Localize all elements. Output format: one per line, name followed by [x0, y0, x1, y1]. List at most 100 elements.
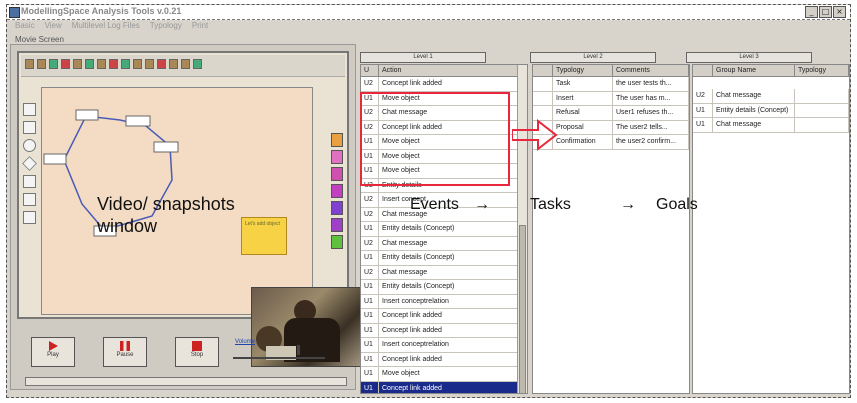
- tool-icon[interactable]: [25, 59, 34, 69]
- tool-icon[interactable]: [85, 59, 94, 69]
- video-window[interactable]: Video/ snapshots window Let's add object: [17, 51, 349, 319]
- table-cell: [795, 103, 849, 117]
- table-cell: U2: [361, 265, 379, 279]
- tool-icon[interactable]: [73, 59, 82, 69]
- tasks-table-row[interactable]: Task the user tests th...: [533, 77, 689, 92]
- events-table-row[interactable]: U1 Insert conceptrelation: [361, 294, 527, 309]
- swatch-icon[interactable]: [331, 235, 343, 249]
- events-table-row[interactable]: U1 Entity details (Concept): [361, 280, 527, 295]
- goals-table-row[interactable]: U2 Chat message: [693, 89, 849, 104]
- movie-screen-pane: Movie Screen Video/ snapshots window Let…: [10, 35, 363, 390]
- col-header-group-name[interactable]: Group Name: [713, 65, 795, 76]
- menu-basic[interactable]: Basic: [15, 21, 35, 33]
- swatch-icon[interactable]: [331, 150, 343, 164]
- tab-level-3[interactable]: Level 3: [686, 52, 812, 63]
- flow-arrow-2-icon: →: [620, 196, 636, 213]
- table-cell: U2: [361, 193, 379, 207]
- col-header-group-typology[interactable]: Typology: [795, 65, 849, 76]
- goals-table-row[interactable]: U1 Chat message: [693, 118, 849, 133]
- table-cell: U1: [693, 118, 713, 132]
- title-bar: ModellingSpace Analysis Tools v.0.21 _ □…: [7, 5, 850, 20]
- events-table-row[interactable]: U1 Entity details (Concept): [361, 222, 527, 237]
- events-table-row[interactable]: U1 Concept link added: [361, 309, 527, 324]
- swatch-icon[interactable]: [331, 133, 343, 147]
- close-icon[interactable]: ×: [833, 6, 846, 18]
- link-tool-icon[interactable]: [23, 193, 36, 206]
- minimize-icon[interactable]: _: [805, 6, 818, 18]
- play-button[interactable]: Play: [31, 337, 75, 367]
- menu-view[interactable]: View: [45, 21, 62, 33]
- table-cell: U1: [693, 103, 713, 117]
- events-grid-scrollbar[interactable]: [517, 65, 527, 393]
- events-table-row[interactable]: U2 Chat message: [361, 236, 527, 251]
- tool-icon[interactable]: [61, 59, 70, 69]
- events-table-row[interactable]: U1 Concept link added: [361, 381, 527, 393]
- events-table-row[interactable]: U1 Move object: [361, 367, 527, 382]
- shape-palette: [22, 103, 37, 224]
- window-title: ModellingSpace Analysis Tools v.0.21: [21, 6, 182, 16]
- tool-icon[interactable]: [145, 59, 154, 69]
- events-table-row[interactable]: U2 Concept link added: [361, 77, 527, 92]
- tool-icon[interactable]: [193, 59, 202, 69]
- tool-icon[interactable]: [109, 59, 118, 69]
- table-cell: U2: [361, 207, 379, 221]
- col-header-typology[interactable]: Typology: [553, 65, 613, 76]
- table-cell: The user has m...: [613, 91, 689, 105]
- tool-icon[interactable]: [169, 59, 178, 69]
- table-cell: User1 refuses th...: [613, 106, 689, 120]
- menu-print[interactable]: Print: [192, 21, 208, 33]
- table-cell: [795, 89, 849, 103]
- goals-table-row[interactable]: U1 Entity details (Concept): [693, 103, 849, 118]
- col-header-action[interactable]: Action: [379, 65, 520, 76]
- rectangle-tool-icon[interactable]: [23, 103, 36, 116]
- maximize-icon[interactable]: □: [819, 6, 832, 18]
- tool-icon[interactable]: [181, 59, 190, 69]
- tool-icon[interactable]: [133, 59, 142, 69]
- swatch-icon[interactable]: [331, 167, 343, 181]
- stop-button[interactable]: Stop: [175, 337, 219, 367]
- hexagon-tool-icon[interactable]: [23, 175, 36, 188]
- tasks-table-row[interactable]: Insert The user has m...: [533, 91, 689, 106]
- tool-icon[interactable]: [37, 59, 46, 69]
- swatch-icon[interactable]: [331, 218, 343, 232]
- tool-icon[interactable]: [49, 59, 58, 69]
- swatch-icon[interactable]: [331, 184, 343, 198]
- events-table-row[interactable]: U1 Concept link added: [361, 352, 527, 367]
- circle-tool-icon[interactable]: [23, 139, 36, 152]
- tool-icon[interactable]: [97, 59, 106, 69]
- events-table-row[interactable]: U2 Chat message: [361, 265, 527, 280]
- tasks-grid[interactable]: Typology Comments Task the user tests th.…: [532, 64, 690, 394]
- pause-button[interactable]: Pause: [103, 337, 147, 367]
- swatch-icon[interactable]: [331, 201, 343, 215]
- table-cell: Confirmation: [553, 135, 613, 149]
- sticky-note: Let's add object: [241, 217, 287, 255]
- events-table-row[interactable]: U1 Insert conceptrelation: [361, 338, 527, 353]
- col-header-check: [533, 65, 553, 76]
- square-tool-icon[interactable]: [23, 121, 36, 134]
- goals-grid-header: Group Name Typology: [693, 65, 849, 77]
- events-table-row[interactable]: U1 Concept link added: [361, 323, 527, 338]
- tool-icon[interactable]: [121, 59, 130, 69]
- text-tool-icon[interactable]: [23, 211, 36, 224]
- scrollbar-thumb[interactable]: [519, 225, 526, 393]
- volume-thumb[interactable]: [297, 345, 301, 355]
- goals-grid[interactable]: Group Name Typology U2 Chat message U1 Enti…: [692, 64, 850, 394]
- video-label-line2: window: [97, 216, 158, 236]
- menu-typology[interactable]: Typology: [150, 21, 182, 33]
- table-cell: U1: [361, 352, 379, 366]
- menu-multilevel-log-files[interactable]: Multilevel Log Files: [72, 21, 140, 33]
- table-cell: U1: [361, 251, 379, 265]
- events-table-row[interactable]: U1 Entity details (Concept): [361, 251, 527, 266]
- col-header-comments[interactable]: Comments: [613, 65, 689, 76]
- volume-slider[interactable]: [233, 345, 325, 359]
- col-header-user[interactable]: U: [361, 65, 379, 76]
- tab-level-2[interactable]: Level 2: [530, 52, 656, 63]
- table-cell: Move object: [379, 367, 520, 381]
- tool-icon[interactable]: [157, 59, 166, 69]
- diamond-tool-icon[interactable]: [22, 156, 37, 171]
- tab-level-1[interactable]: Level 1: [360, 52, 486, 63]
- playback-progress-bar[interactable]: [25, 377, 347, 386]
- table-cell: Proposal: [553, 120, 613, 134]
- flow-label-goals: Goals: [656, 196, 698, 213]
- table-cell: U2: [693, 89, 713, 103]
